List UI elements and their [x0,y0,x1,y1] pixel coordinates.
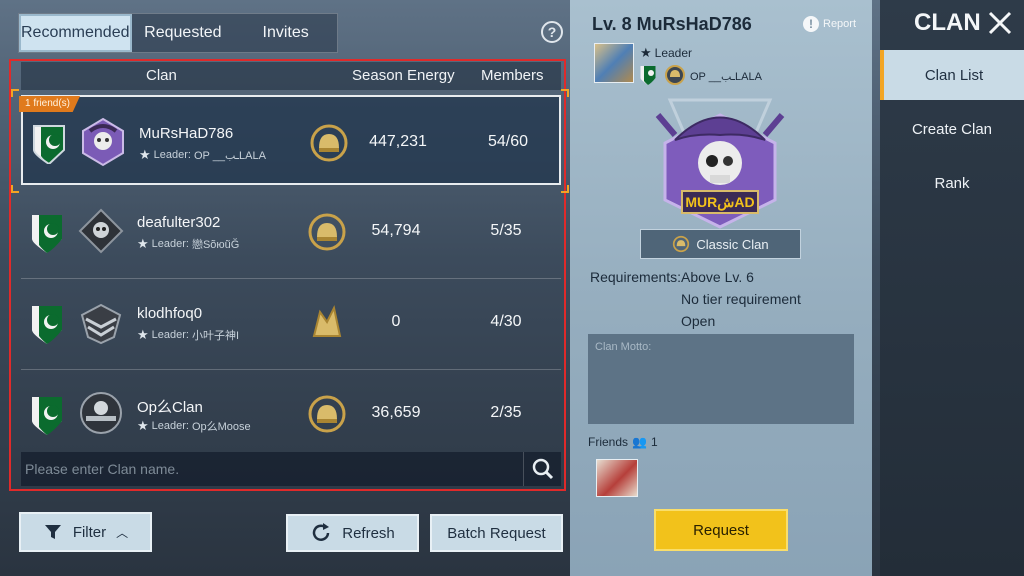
pakistan-flag-icon [640,66,656,85]
star-icon: ★ [137,418,149,433]
column-members: Members [481,67,544,84]
star-icon: ★ [137,327,149,342]
tab-invites[interactable]: Invites [234,14,337,52]
clan-name: Op么Clan [137,399,203,416]
season-energy: 54,794 [371,222,421,239]
funnel-icon [44,525,61,539]
helmet-tier-icon [308,213,346,251]
friend-avatar[interactable] [596,459,638,497]
clan-motto-label: Clan Motto: [595,341,652,353]
filter-button[interactable]: Filter ︿ [19,512,152,552]
friend-badge: 1 friend(s) [19,96,81,112]
chevron-up-icon: ︿ [116,525,129,540]
leader-avatar[interactable] [594,43,634,83]
list-header: Clan Season Energy Members [21,62,561,90]
tab-requested[interactable]: Requested [132,14,235,52]
member-count: 5/35 [490,222,522,239]
clan-sidebar: CLAN Clan List Create Clan Rank [880,0,1024,576]
requirements-label: Requirements: [590,269,682,285]
pirate-emblem-icon: MURشAD [655,98,785,229]
star-icon: ★ [640,45,652,60]
helmet-tier-icon [308,395,346,433]
pakistan-flag-icon [32,397,62,435]
selection-corner [11,185,19,193]
skull-emblem-icon [78,208,124,254]
sidebar-item-create-clan[interactable]: Create Clan [880,104,1024,154]
pakistan-flag-icon [32,306,62,344]
rank-badge-icon [665,65,685,85]
request-button[interactable]: Request [654,509,788,551]
clan-leader: ★ Leader: Op么Moose [137,418,251,433]
clan-search-bar [21,452,561,486]
clan-motto-box: Clan Motto: [588,334,854,424]
selection-corner [11,89,19,97]
wings-emblem-icon [80,303,122,345]
column-clan: Clan [146,67,177,84]
refresh-button[interactable]: Refresh [286,514,419,552]
season-energy: 0 [391,313,401,330]
clan-row[interactable]: 1 friend(s) MuRsHaD786 ★ Leader: OP __ـب… [19,95,561,185]
clan-row[interactable]: Op么Clan ★ Leader: Op么Moose 36,659 2/35 [21,368,561,458]
pakistan-flag-icon [32,215,62,253]
sidebar-title: CLAN [914,9,981,36]
clan-name: klodhfoq0 [137,305,203,322]
search-button[interactable] [523,452,561,486]
clan-leader: ★ Leader: 戀SõюũĞ [137,236,240,251]
sidebar-item-clan-list[interactable]: Clan List [880,50,1024,100]
clan-row[interactable]: klodhfoq0 ★ Leader: 小叶子神I 0 4/30 [21,277,561,370]
requirement-tier: No tier requirement [681,291,801,307]
friends-count: Friends 👥 1 [588,435,658,449]
requirement-level: Above Lv. 6 [681,269,754,285]
sidebar-item-rank[interactable]: Rank [880,158,1024,208]
star-icon: ★ [139,147,151,162]
helmet-tier-icon [673,235,690,253]
clan-row[interactable]: deafulter302 ★ Leader: 戀SõюũĞ 54,794 5/3… [21,186,561,279]
unicorn-tier-icon [312,305,342,337]
search-icon [532,458,553,480]
star-icon: ★ [137,236,149,251]
gunner-emblem-icon [80,392,122,434]
question-icon[interactable]: ? [541,21,563,43]
clan-tabs: Recommended Requested Invites [18,13,338,53]
alert-icon: ! [803,16,819,32]
member-count: 4/30 [490,313,522,330]
member-count: 2/35 [490,404,522,421]
people-icon: 👥 [632,435,647,449]
tab-recommended[interactable]: Recommended [19,14,132,52]
selection-corner [561,89,569,97]
clan-leader: ★ Leader: 小叶子神I [137,327,240,342]
pirate-emblem-icon [82,117,124,167]
leader-name: OP __ـبLALA [690,71,762,83]
column-season-energy: Season Energy [352,67,455,84]
batch-request-button[interactable]: Batch Request [430,514,563,552]
refresh-icon [313,523,330,541]
season-energy: 447,231 [369,133,427,150]
clan-name: deafulter302 [137,214,221,231]
clan-search-input[interactable] [21,452,523,486]
emblem-text: MURشAD [685,194,754,211]
clan-detail-title: Lv. 8 MuRsHaD786 [592,14,752,34]
selection-corner [561,185,569,193]
season-energy: 36,659 [371,404,421,421]
close-icon[interactable] [987,10,1013,36]
clan-name: MuRsHaD786 [139,125,234,142]
leader-role: ★ Leader [640,45,693,60]
requirement-status: Open [681,313,716,329]
helmet-tier-icon [310,124,348,162]
member-count: 54/60 [487,133,529,150]
pakistan-flag-icon [33,125,65,164]
clan-detail-panel: Lv. 8 MuRsHaD786 ! Report ★ Leader OP __… [570,0,872,576]
clan-leader: ★ Leader: OP __ـبLALA [139,147,266,162]
clan-type-badge: Classic Clan [640,229,801,259]
report-button[interactable]: ! Report [803,16,856,32]
